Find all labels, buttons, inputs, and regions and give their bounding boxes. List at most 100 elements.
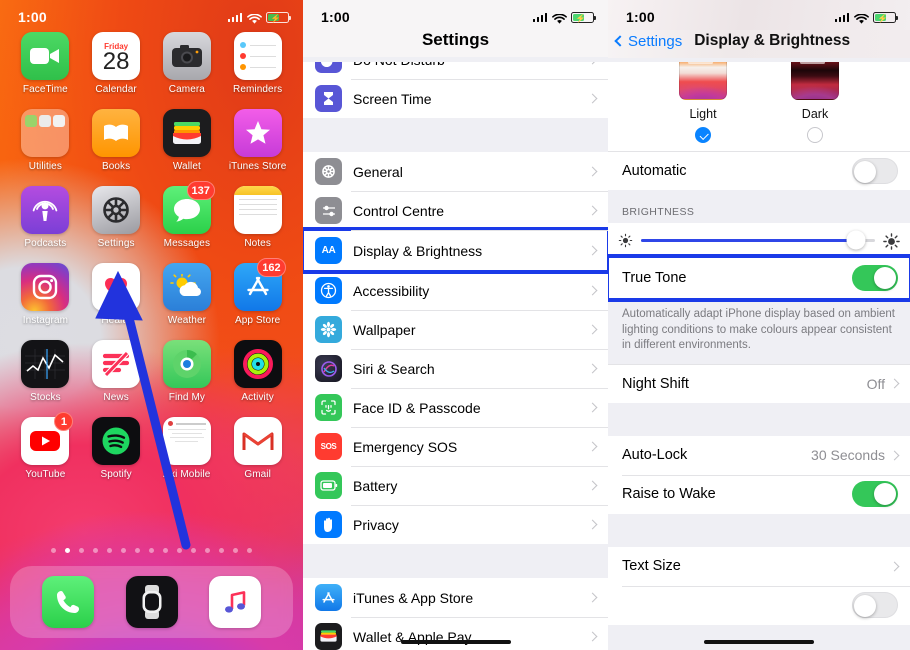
wallpaper-icon [315, 316, 342, 343]
row-auto-lock[interactable]: Auto-Lock 30 Seconds [608, 435, 910, 475]
app-label: Activity [241, 392, 274, 403]
app-podcasts[interactable]: Podcasts [10, 186, 81, 249]
settings-row-itunes-app-store[interactable]: iTunes & App Store [303, 578, 608, 617]
app-notes[interactable]: Notes [222, 186, 293, 249]
brightness-slider-row[interactable] [608, 223, 910, 257]
automatic-toggle[interactable] [852, 158, 898, 184]
settings-row-wallpaper[interactable]: Wallpaper [303, 310, 608, 349]
activity-rings-icon [233, 340, 282, 388]
page-dot[interactable] [247, 548, 252, 553]
settings-row-face-id-passcode[interactable]: Face ID & Passcode [303, 388, 608, 427]
settings-row-siri-search[interactable]: Siri & Search [303, 349, 608, 388]
settings-row-control-centre[interactable]: Control Centre [303, 191, 608, 230]
app-facetime[interactable]: FaceTime [10, 32, 81, 95]
music-icon[interactable] [209, 576, 262, 628]
app-gmail[interactable]: Gmail [222, 417, 293, 480]
bold-text-toggle[interactable] [852, 592, 898, 619]
app-axi-mobile[interactable]: Axi Mobile [152, 417, 223, 480]
appearance-option-dark[interactable]: Dark [791, 62, 839, 143]
row-label: General [353, 163, 403, 180]
display-scroll-area[interactable]: Light Dark Automatic BRIGHTNESS True Ton… [608, 62, 910, 650]
app-wallet[interactable]: Wallet [152, 109, 223, 172]
app-stocks[interactable]: Stocks [10, 340, 81, 403]
app-label: Notes [244, 238, 271, 249]
app-label: iTunes Store [228, 161, 287, 172]
page-dot[interactable] [107, 548, 112, 553]
group-spacer [608, 513, 910, 547]
chevron-right-icon [587, 324, 598, 335]
row-night-shift[interactable]: Night Shift Off [608, 363, 910, 403]
settings-row-do-not-disturb[interactable]: Do Not Disturb [303, 62, 608, 79]
app-camera[interactable]: Camera [152, 32, 223, 95]
settings-row-privacy[interactable]: Privacy [303, 505, 608, 544]
page-dot[interactable] [121, 548, 126, 553]
phone-icon[interactable] [41, 576, 94, 628]
accessibility-icon [315, 277, 342, 304]
app-utilities[interactable]: Utilities [10, 109, 81, 172]
dark-theme-thumbnail [791, 62, 839, 100]
app-reminders[interactable]: Reminders [222, 32, 293, 95]
row-label: Accessibility [353, 282, 430, 299]
app-itunes-store[interactable]: iTunes Store [222, 109, 293, 172]
appearance-option-light[interactable]: Light [679, 62, 727, 143]
app-books[interactable]: Books [81, 109, 152, 172]
settings-row-general[interactable]: General [303, 152, 608, 191]
page-indicator-dots[interactable] [0, 548, 303, 553]
app-news[interactable]: News [81, 340, 152, 403]
row-automatic[interactable]: Automatic [608, 151, 910, 190]
true-tone-toggle[interactable] [852, 265, 898, 291]
chevron-right-icon [889, 450, 900, 460]
settings-row-emergency-sos[interactable]: SOS Emergency SOS [303, 427, 608, 466]
settings-scroll-area[interactable]: Do Not Disturb Screen Time [303, 62, 608, 650]
page-dot[interactable] [135, 548, 140, 553]
page-dot[interactable] [233, 548, 238, 553]
page-dot[interactable] [177, 548, 182, 553]
page-dot[interactable] [163, 548, 168, 553]
chevron-right-icon [587, 93, 598, 104]
page-dot[interactable] [51, 548, 56, 553]
settings-row-battery[interactable]: Battery [303, 466, 608, 505]
status-time: 1:00 [321, 9, 350, 25]
app-youtube[interactable]: 1 YouTube [10, 412, 81, 480]
app-label: Reminders [233, 84, 283, 95]
row-bold-text[interactable] [608, 585, 910, 625]
calendar-day-number: 28 [102, 47, 130, 75]
app-health[interactable]: Health [81, 263, 152, 326]
row-text-size[interactable]: Text Size [608, 546, 910, 586]
wifi-icon [552, 12, 567, 24]
app-calendar[interactable]: Friday 28 Calendar [81, 32, 152, 95]
chevron-right-icon [587, 62, 598, 65]
itunes-app-store-icon [315, 584, 342, 611]
brightness-track[interactable] [641, 230, 875, 250]
dark-radio-icon[interactable] [807, 127, 823, 143]
app-weather[interactable]: Weather [152, 263, 223, 326]
app-activity[interactable]: Activity [222, 340, 293, 403]
settings-row-wallet-apple-pay[interactable]: Wallet & Apple Pay [303, 617, 608, 650]
page-dot[interactable] [205, 548, 210, 553]
settings-row-accessibility[interactable]: Accessibility [303, 271, 608, 310]
settings-row-display-brightness[interactable]: AA Display & Brightness [303, 227, 608, 274]
brightness-knob[interactable] [846, 230, 866, 250]
instagram-icon [21, 263, 70, 311]
page-dot[interactable] [79, 548, 84, 553]
app-app-store[interactable]: 162 App Store [222, 258, 293, 326]
app-instagram[interactable]: Instagram [10, 263, 81, 326]
light-selected-check-icon[interactable] [695, 127, 711, 143]
settings-row-screen-time[interactable]: Screen Time [303, 79, 608, 118]
watch-icon[interactable] [125, 576, 178, 628]
page-dot[interactable] [149, 548, 154, 553]
row-true-tone[interactable]: True Tone [608, 254, 910, 302]
row-raise-to-wake[interactable]: Raise to Wake [608, 474, 910, 514]
page-dot[interactable] [191, 548, 196, 553]
app-settings[interactable]: Settings [81, 186, 152, 249]
raise-to-wake-toggle[interactable] [852, 481, 898, 508]
app-messages[interactable]: 137 Messages [152, 181, 223, 249]
page-dot[interactable] [219, 548, 224, 553]
app-spotify[interactable]: Spotify [81, 417, 152, 480]
row-label: Siri & Search [353, 360, 435, 377]
app-find-my[interactable]: Find My [152, 340, 223, 403]
wifi-icon [247, 12, 262, 24]
page-dot[interactable] [93, 548, 98, 553]
page-dot[interactable] [65, 548, 70, 553]
back-button[interactable]: Settings [614, 33, 682, 50]
